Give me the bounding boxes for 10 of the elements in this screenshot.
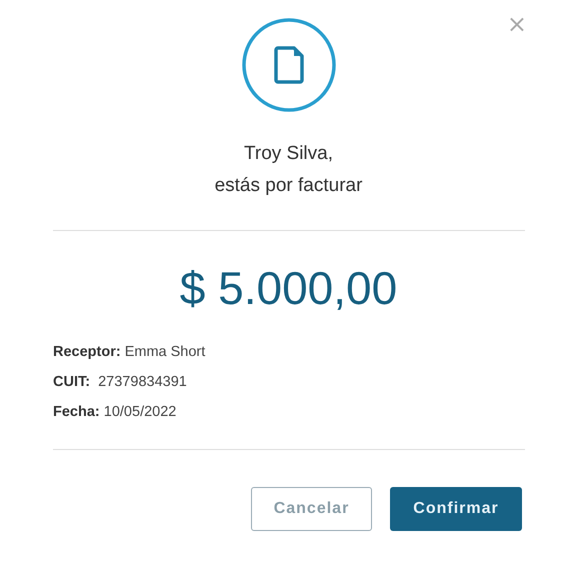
amount-text: $ 5.000,00 <box>180 261 398 315</box>
detail-text: CUIT: 27379834391 <box>53 373 188 392</box>
document-icon <box>242 18 336 112</box>
confirm-button[interactable]: Confirmar <box>390 487 522 531</box>
title-text: Troy Silva, <box>242 142 334 166</box>
cancel-button[interactable]: Cancelar <box>251 487 372 531</box>
close-button[interactable]: × <box>504 12 529 36</box>
title-text: estás por facturar <box>214 174 362 198</box>
detail-text: Receptor: Emma Short <box>53 343 206 362</box>
detail-text: Fecha: 10/05/2022 <box>53 403 178 422</box>
